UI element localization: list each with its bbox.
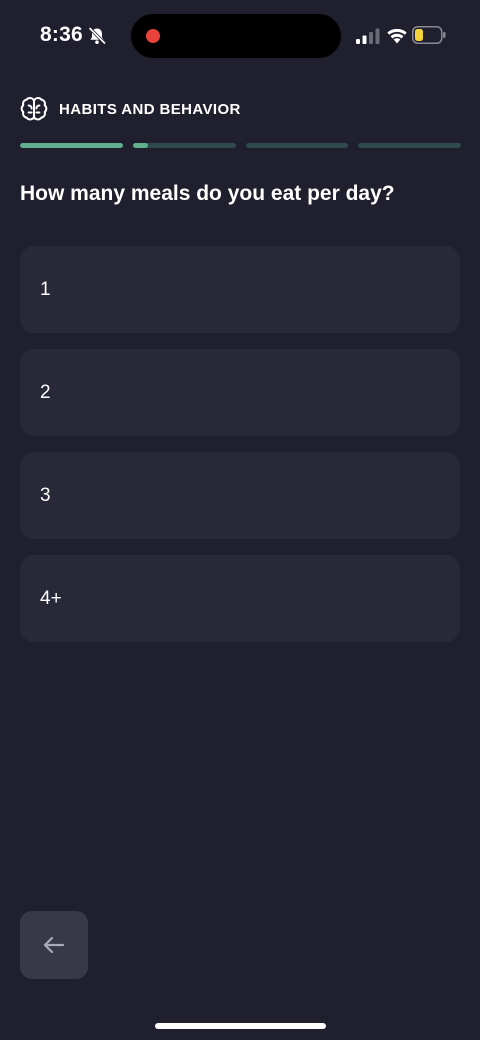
progress-segment (245, 143, 349, 148)
option-label: 3 (40, 484, 51, 506)
section-title: HABITS AND BEHAVIOR (59, 100, 241, 118)
option-1[interactable]: 1 (20, 246, 460, 333)
wifi-icon (387, 28, 407, 44)
bell-off-icon (88, 27, 106, 45)
screen: 8:36 HABITS AND BEHAVIOR How many meals … (0, 0, 480, 1040)
arrow-left-icon (43, 936, 65, 954)
signal-icon (356, 28, 380, 44)
progress-segment (20, 143, 123, 148)
progress-bar (20, 143, 461, 148)
battery-icon (412, 26, 446, 44)
status-bar: 8:36 (0, 0, 480, 72)
section-header: HABITS AND BEHAVIOR (20, 94, 241, 124)
option-2[interactable]: 2 (20, 349, 460, 436)
back-button[interactable] (20, 911, 88, 979)
options-list: 1 2 3 4+ (20, 246, 460, 658)
recording-indicator (146, 29, 160, 43)
option-4-plus[interactable]: 4+ (20, 555, 460, 642)
option-label: 4+ (40, 587, 62, 609)
progress-segment-fill (20, 143, 123, 148)
dynamic-island (131, 14, 341, 58)
option-label: 2 (40, 381, 51, 403)
progress-segment (132, 143, 236, 148)
progress-segment (358, 143, 461, 148)
question-title: How many meals do you eat per day? (20, 182, 395, 205)
option-3[interactable]: 3 (20, 452, 460, 539)
home-indicator (155, 1023, 326, 1029)
progress-segment-fill (132, 143, 149, 148)
option-label: 1 (40, 278, 51, 300)
brain-icon (20, 97, 48, 121)
status-time: 8:36 (40, 23, 83, 46)
